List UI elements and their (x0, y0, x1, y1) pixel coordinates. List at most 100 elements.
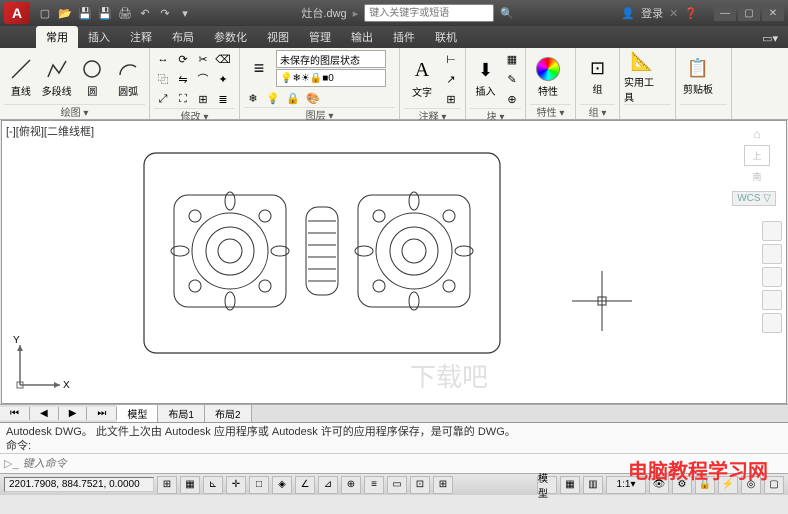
arc-button[interactable]: 圆弧 (111, 50, 145, 104)
utilities-button[interactable]: 📐实用工具 (624, 50, 660, 104)
tab-view[interactable]: 视图 (257, 26, 299, 48)
panel-properties-label[interactable]: 特性 ▾ (530, 104, 571, 118)
trim-icon[interactable]: ✂ (194, 50, 212, 68)
app-logo[interactable]: A (4, 2, 30, 24)
table-icon[interactable]: ⊞ (442, 90, 460, 108)
zoom-icon[interactable] (762, 267, 782, 287)
help-icon[interactable]: ❓ (684, 7, 698, 20)
tab-layout2[interactable]: 布局2 (205, 405, 252, 422)
erase-icon[interactable]: ⌫ (214, 50, 232, 68)
workspace-icon[interactable]: ⚙ (672, 476, 692, 494)
hardware-accel-icon[interactable]: ⚡ (718, 476, 738, 494)
annotation-scale[interactable]: 1:1▾ (606, 476, 646, 494)
lwt-icon[interactable]: ≡ (364, 476, 384, 494)
annotation-visibility-icon[interactable]: 👁 (649, 476, 669, 494)
array-icon[interactable]: ⊞ (194, 90, 212, 108)
layer-match-icon[interactable]: 🎨 (304, 89, 322, 107)
offset-icon[interactable]: ≣ (214, 90, 232, 108)
clean-screen-icon[interactable]: ▢ (764, 476, 784, 494)
mirror-icon[interactable]: ⇋ (174, 70, 192, 88)
ribbon-collapse-icon[interactable]: ▭▾ (752, 29, 788, 48)
tab-model[interactable]: 模型 (117, 405, 158, 422)
layout-nav-prev[interactable]: ◀ (30, 407, 59, 420)
toolbar-lock-icon[interactable]: 🔒 (695, 476, 715, 494)
wcs-badge[interactable]: WCS ▽ (732, 191, 776, 206)
close-button[interactable]: ✕ (762, 5, 784, 21)
tpy-icon[interactable]: ▭ (387, 476, 407, 494)
dimension-icon[interactable]: ⊢ (442, 50, 460, 68)
snap-mode-icon[interactable]: ⊞ (157, 476, 177, 494)
layer-props-icon[interactable]: ≡ (244, 54, 274, 84)
ortho-icon[interactable]: ⊾ (203, 476, 223, 494)
tab-output[interactable]: 输出 (341, 26, 383, 48)
exchange-icon[interactable]: ✕ (669, 7, 678, 20)
undo-icon[interactable]: ↶ (136, 4, 154, 22)
layout-nav-first[interactable]: ⏮ (0, 407, 30, 420)
insert-button[interactable]: ⬇插入 (470, 52, 501, 106)
layer-off-icon[interactable]: 💡 (264, 89, 282, 107)
properties-button[interactable]: 特性 (530, 50, 566, 104)
tab-parametric[interactable]: 参数化 (204, 26, 257, 48)
ducs-icon[interactable]: ⊿ (318, 476, 338, 494)
rotate-icon[interactable]: ⟳ (174, 50, 192, 68)
stretch-icon[interactable]: ⤢ (154, 90, 172, 108)
qat-dropdown-icon[interactable]: ▾ (176, 4, 194, 22)
tab-online[interactable]: 联机 (425, 26, 467, 48)
layer-state-combo[interactable]: 未保存的图层状态 (276, 50, 386, 68)
maximize-button[interactable]: ▢ (738, 5, 760, 21)
osnap-icon[interactable]: □ (249, 476, 269, 494)
line-button[interactable]: 直线 (4, 50, 38, 104)
circle-button[interactable]: 圆 (76, 50, 110, 104)
minimize-button[interactable]: — (714, 5, 736, 21)
scale-icon[interactable]: ⛶ (174, 90, 192, 108)
leader-icon[interactable]: ↗ (442, 70, 460, 88)
group-button[interactable]: ⊡组 (580, 50, 615, 104)
signin-label[interactable]: 登录 (641, 5, 663, 21)
drawing-canvas[interactable]: [-][俯视][二维线框] ⌂ 上 南 WCS ▽ (1, 120, 787, 404)
redo-icon[interactable]: ↷ (156, 4, 174, 22)
command-input[interactable] (19, 458, 784, 470)
qp-icon[interactable]: ⊡ (410, 476, 430, 494)
3dosnap-icon[interactable]: ◈ (272, 476, 292, 494)
layout-nav-next[interactable]: ▶ (59, 407, 88, 420)
help-search-input[interactable] (364, 4, 494, 22)
showmotion-icon[interactable] (762, 313, 782, 333)
copy-icon[interactable]: ⿻ (154, 70, 172, 88)
sc-icon[interactable]: ⊞ (433, 476, 453, 494)
coordinates-display[interactable]: 2201.7908, 884.7521, 0.0000 (4, 477, 154, 492)
save-icon[interactable]: 💾 (76, 4, 94, 22)
attr-icon[interactable]: ⊕ (503, 90, 521, 108)
steering-wheel-icon[interactable] (762, 221, 782, 241)
quickview-drawings-icon[interactable]: ▥ (583, 476, 603, 494)
panel-groups-label[interactable]: 组 ▾ (580, 104, 615, 118)
tab-manage[interactable]: 管理 (299, 26, 341, 48)
clipboard-button[interactable]: 📋剪贴板 (680, 50, 716, 104)
tab-layout1[interactable]: 布局1 (158, 405, 205, 422)
edit-block-icon[interactable]: ✎ (503, 70, 521, 88)
saveas-icon[interactable]: 💾 (96, 4, 114, 22)
viewport-label[interactable]: [-][俯视][二维线框] (6, 123, 94, 139)
model-space-button[interactable]: 模型 (537, 476, 557, 494)
new-icon[interactable]: ▢ (36, 4, 54, 22)
signin-icon[interactable]: 👤 (621, 7, 635, 20)
polar-icon[interactable]: ✛ (226, 476, 246, 494)
grid-icon[interactable]: ▦ (180, 476, 200, 494)
tab-layout[interactable]: 布局 (162, 26, 204, 48)
open-icon[interactable]: 📂 (56, 4, 74, 22)
panel-draw-label[interactable]: 绘图 ▾ (4, 104, 145, 118)
layer-freeze-icon[interactable]: ❄ (244, 89, 262, 107)
fillet-icon[interactable]: ⌒ (194, 70, 212, 88)
otrack-icon[interactable]: ∠ (295, 476, 315, 494)
plot-icon[interactable]: 🖨 (116, 4, 134, 22)
create-block-icon[interactable]: ▦ (503, 50, 521, 68)
isolate-icon[interactable]: ◎ (741, 476, 761, 494)
tab-annotate[interactable]: 注释 (120, 26, 162, 48)
dyn-icon[interactable]: ⊕ (341, 476, 361, 494)
text-button[interactable]: A文字 (404, 52, 440, 106)
move-icon[interactable]: ↔ (154, 50, 172, 68)
tab-home[interactable]: 常用 (36, 26, 78, 48)
polyline-button[interactable]: 多段线 (40, 50, 74, 104)
view-cube[interactable]: ⌂ 上 南 (736, 127, 778, 183)
tab-plugins[interactable]: 插件 (383, 26, 425, 48)
orbit-icon[interactable] (762, 290, 782, 310)
